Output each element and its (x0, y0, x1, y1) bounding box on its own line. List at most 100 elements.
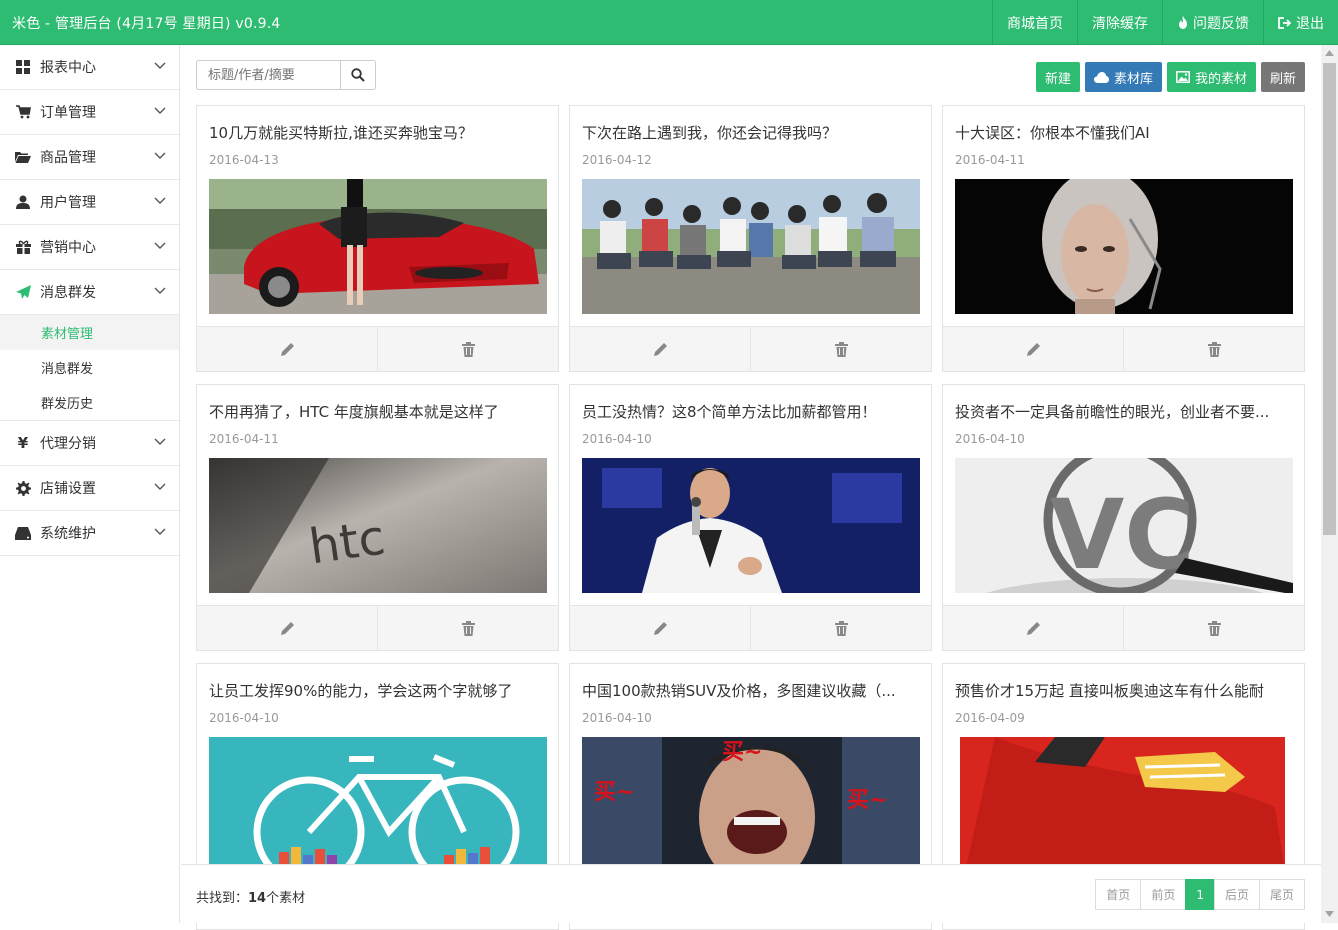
chevron-down-icon (154, 528, 166, 535)
vc-logo-text: VC (1050, 479, 1195, 591)
new-button[interactable]: 新建 (1035, 62, 1080, 92)
library-button[interactable]: 素材库 (1084, 62, 1162, 92)
buy-text: 买~ (722, 740, 762, 765)
card-image: 买~ 买~ 买~ (582, 737, 920, 872)
card-title[interactable]: 10几万就能买特斯拉,谁还买奔驰宝马？ (209, 122, 549, 143)
library-label: 素材库 (1113, 71, 1153, 87)
card-image (582, 458, 920, 593)
menu-store-settings[interactable]: 店铺设置 (0, 466, 179, 511)
search-box (196, 60, 376, 90)
card-image (955, 179, 1293, 314)
card-date: 2016-04-10 (582, 711, 652, 725)
last-page-button[interactable]: 尾页 (1258, 879, 1305, 910)
card-title[interactable]: 十大误区：你根本不懂我们AI (955, 122, 1295, 143)
pagination: 首页 前页 1 后页 尾页 (1095, 879, 1305, 910)
feedback-link[interactable]: 问题反馈 (1162, 0, 1263, 45)
refresh-button[interactable]: 刷新 (1260, 62, 1305, 92)
hdd-icon (15, 525, 31, 541)
gift-icon (15, 239, 31, 255)
material-card: 十大误区：你根本不懂我们AI 2016-04-11 (942, 105, 1305, 372)
card-title[interactable]: 投资者不一定具备前瞻性的眼光，创业者不要... (955, 401, 1295, 422)
toolbar-buttons: 新建 素材库 我的素材 刷新 (1031, 62, 1305, 92)
menu-system[interactable]: 系统维护 (0, 511, 179, 556)
card-date: 2016-04-09 (955, 711, 1025, 725)
search-button[interactable] (340, 61, 375, 89)
prev-page-button[interactable]: 前页 (1140, 879, 1187, 910)
material-card: 不用再猜了，HTC 年度旗舰基本就是这样了 2016-04-11 htc (196, 384, 559, 651)
vertical-scrollbar[interactable] (1321, 45, 1338, 923)
fire-icon (1179, 16, 1187, 29)
menu-broadcast[interactable]: 消息群发 (0, 270, 179, 315)
menu-products[interactable]: 商品管理 (0, 135, 179, 180)
menu-distribution[interactable]: ¥ 代理分销 (0, 421, 179, 466)
scroll-down-arrow-icon[interactable] (1325, 911, 1334, 917)
pencil-icon (280, 621, 294, 635)
card-title[interactable]: 员工没热情？这8个简单方法比加薪都管用！ (582, 401, 922, 422)
card-image: htc (209, 458, 547, 593)
sidebar: 报表中心 订单管理 商品管理 用户管理 营销中心 消息群发 素材管理 消息群发 … (0, 45, 180, 923)
card-actions (570, 326, 931, 371)
menu-label: 用户管理 (40, 195, 96, 211)
menu-label: 系统维护 (40, 526, 96, 542)
pencil-icon (1026, 342, 1040, 356)
submenu-materials[interactable]: 素材管理 (0, 315, 179, 350)
count-number: 14 (248, 891, 267, 906)
app-title: 米色 - 管理后台 (4月17号 星期日) v0.9.4 (12, 16, 281, 32)
mall-home-link[interactable]: 商城首页 (992, 0, 1077, 45)
menu-marketing[interactable]: 营销中心 (0, 225, 179, 270)
logout-icon (1278, 16, 1292, 29)
broadcast-submenu: 素材管理 消息群发 群发历史 (0, 315, 179, 421)
pencil-icon (280, 342, 294, 356)
menu-reports[interactable]: 报表中心 (0, 45, 179, 90)
feedback-label: 问题反馈 (1193, 15, 1249, 32)
cart-icon (15, 104, 31, 120)
trash-icon (834, 341, 848, 357)
delete-button[interactable] (750, 606, 931, 650)
delete-button[interactable] (377, 606, 558, 650)
page-1-button[interactable]: 1 (1185, 879, 1215, 910)
card-title[interactable]: 预售价才15万起 直接叫板奥迪这车有什么能耐 (955, 680, 1295, 701)
edit-button[interactable] (570, 606, 750, 650)
menu-users[interactable]: 用户管理 (0, 180, 179, 225)
card-title[interactable]: 不用再猜了，HTC 年度旗舰基本就是这样了 (209, 401, 549, 422)
logout-link[interactable]: 退出 (1263, 0, 1338, 45)
count-prefix: 共找到： (196, 891, 249, 906)
delete-button[interactable] (377, 327, 558, 371)
header-nav: 商城首页 清除缓存 问题反馈 退出 (992, 0, 1338, 45)
delete-button[interactable] (1123, 327, 1304, 371)
search-icon (351, 68, 365, 82)
chevron-down-icon (154, 483, 166, 490)
my-materials-button[interactable]: 我的素材 (1166, 62, 1256, 92)
picture-icon (1176, 71, 1190, 83)
next-page-button[interactable]: 后页 (1213, 879, 1260, 910)
clear-cache-link[interactable]: 清除缓存 (1077, 0, 1162, 45)
scrollbar-thumb[interactable] (1323, 63, 1336, 535)
yen-icon: ¥ (17, 434, 29, 452)
edit-button[interactable] (197, 327, 377, 371)
cloud-icon (1093, 71, 1109, 83)
delete-button[interactable] (750, 327, 931, 371)
menu-orders[interactable]: 订单管理 (0, 90, 179, 135)
card-title[interactable]: 下次在路上遇到我，你还会记得我吗？ (582, 122, 922, 143)
first-page-button[interactable]: 首页 (1095, 879, 1142, 910)
edit-button[interactable] (197, 606, 377, 650)
edit-button[interactable] (570, 327, 750, 371)
chevron-down-icon (154, 287, 166, 294)
submenu-broadcast[interactable]: 消息群发 (0, 350, 179, 385)
delete-button[interactable] (1123, 606, 1304, 650)
submenu-history[interactable]: 群发历史 (0, 385, 179, 420)
material-card: 10几万就能买特斯拉,谁还买奔驰宝马？ 2016-04-13 (196, 105, 559, 372)
footer-bar: 共找到：14个素材 首页 前页 1 后页 尾页 (181, 864, 1321, 923)
scroll-up-arrow-icon[interactable] (1325, 50, 1334, 56)
edit-button[interactable] (943, 606, 1123, 650)
trash-icon (461, 341, 475, 357)
trash-icon (461, 620, 475, 636)
top-header: 米色 - 管理后台 (4月17号 星期日) v0.9.4 商城首页 清除缓存 问… (0, 0, 1338, 45)
menu-label: 代理分销 (40, 436, 96, 452)
user-icon (15, 194, 31, 210)
card-actions (570, 605, 931, 650)
edit-button[interactable] (943, 327, 1123, 371)
card-title[interactable]: 让员工发挥90%的能力，学会这两个字就够了 (209, 680, 549, 701)
card-title[interactable]: 中国100款热销SUV及价格，多图建议收藏（... (582, 680, 922, 701)
search-input[interactable] (197, 61, 340, 89)
